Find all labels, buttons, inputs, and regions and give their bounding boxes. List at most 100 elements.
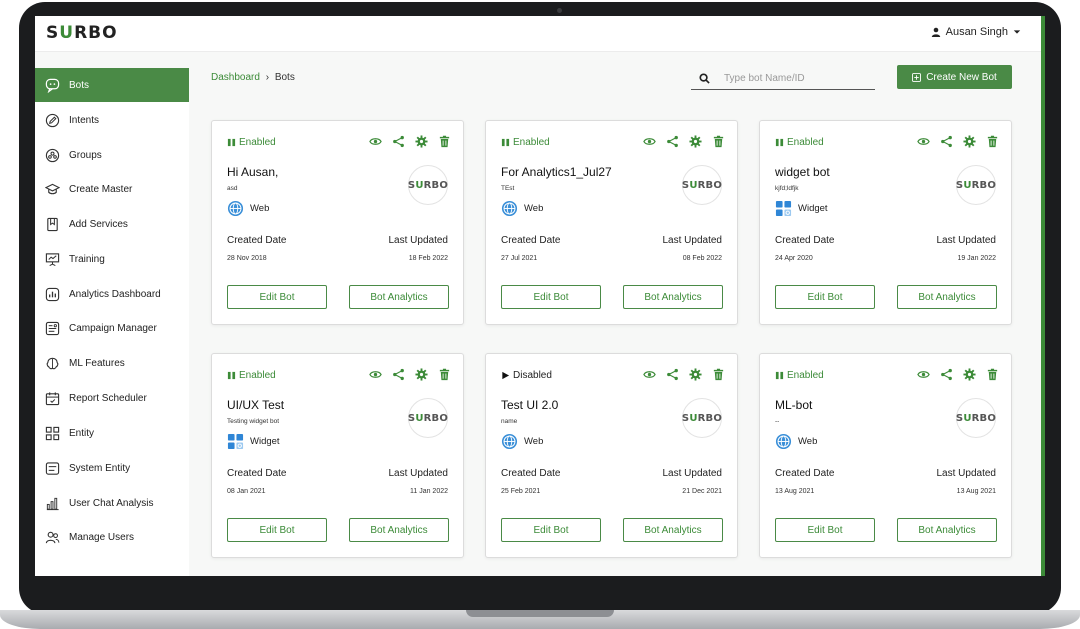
edit-icon [43,111,61,129]
sidebar-item-campaign-manager[interactable]: Campaign Manager [35,311,189,345]
sidebar-item-label: ML Features [69,357,125,369]
sidebar-item-manage-users[interactable]: Manage Users [35,520,189,554]
share-icon[interactable] [392,368,405,381]
settings-gear-icon[interactable] [963,368,976,381]
edit-bot-button[interactable]: Edit Bot [227,285,327,309]
search-input[interactable] [724,73,864,84]
grid-icon [43,424,61,442]
bot-channel: Widget [775,200,828,217]
created-date-label: Created Date [501,468,561,479]
globe-icon [775,433,792,450]
view-icon[interactable] [369,368,382,381]
view-icon[interactable] [917,135,930,148]
bot-status-toggle[interactable]: Enabled [227,137,276,148]
view-icon[interactable] [643,368,656,381]
bot-channel-label: Web [524,436,544,447]
bot-analytics-button[interactable]: Bot Analytics [623,518,723,542]
view-icon[interactable] [369,135,382,148]
delete-trash-icon[interactable] [438,135,451,148]
sidebar-item-label: Training [69,253,105,265]
bot-status-toggle[interactable]: Enabled [775,137,824,148]
edit-bot-button[interactable]: Edit Bot [227,518,327,542]
sidebar-item-intents[interactable]: Intents [35,103,189,137]
bot-status-toggle[interactable]: Disabled [501,370,552,381]
bot-card: Disabled Test UI 2.0 name S U RBO Web Created D… [485,353,738,558]
edit-bot-button[interactable]: Edit Bot [501,285,601,309]
user-menu[interactable]: Ausan Singh [931,26,1021,38]
bot-status-toggle[interactable]: Enabled [227,370,276,381]
laptop-notch [466,610,614,617]
search-bar [691,68,875,90]
sidebar-item-training[interactable]: Training [35,242,189,276]
sidebar-item-create-master[interactable]: Create Master [35,172,189,206]
breadcrumb-dashboard-link[interactable]: Dashboard [211,72,260,83]
bot-logo-avatar: S U RBO [408,398,448,438]
bot-status-label: Disabled [513,370,552,381]
bot-analytics-button[interactable]: Bot Analytics [623,285,723,309]
share-icon[interactable] [940,368,953,381]
bot-analytics-button[interactable]: Bot Analytics [897,518,997,542]
delete-trash-icon[interactable] [986,135,999,148]
sidebar-item-user-chat-analysis[interactable]: User Chat Analysis [35,486,189,520]
view-icon[interactable] [917,368,930,381]
user-icon [931,27,940,37]
sidebar-item-label: Bots [69,79,90,91]
settings-gear-icon[interactable] [689,135,702,148]
bot-status-toggle[interactable]: Enabled [501,137,550,148]
sidebar-item-label: Create Master [69,183,133,195]
sidebar-item-groups[interactable]: Groups [35,138,189,172]
widget-icon [227,433,244,450]
share-icon[interactable] [666,135,679,148]
created-date-value: 24 Apr 2020 [775,255,813,262]
sidebar-item-add-services[interactable]: Add Services [35,207,189,241]
last-updated-label: Last Updated [936,468,997,479]
delete-trash-icon[interactable] [438,368,451,381]
surbo-logo[interactable]: SURBO [46,23,118,43]
delete-trash-icon[interactable] [712,135,725,148]
breadcrumb: Dashboard › Bots [211,72,295,83]
search-icon [699,73,710,84]
sidebar-item-label: Campaign Manager [69,322,157,334]
settings-gear-icon[interactable] [415,368,428,381]
sidebar-item-report-scheduler[interactable]: Report Scheduler [35,381,189,415]
created-date-label: Created Date [775,235,835,246]
bot-logo-avatar: S U RBO [682,165,722,205]
bot-actions [917,368,999,381]
created-date-value: 27 Jul 2021 [501,255,538,262]
share-icon[interactable] [940,135,953,148]
settings-gear-icon[interactable] [689,368,702,381]
bot-analytics-button[interactable]: Bot Analytics [897,285,997,309]
sidebar-item-bots[interactable]: Bots [35,68,189,102]
delete-trash-icon[interactable] [986,368,999,381]
sidebar-item-label: System Entity [69,462,131,474]
bot-status-toggle[interactable]: Enabled [775,370,824,381]
bot-name: For Analytics1_Jul27 [501,165,612,179]
bot-actions [369,368,451,381]
create-new-bot-button[interactable]: Create New Bot [897,65,1012,89]
sidebar-item-analytics-dashboard[interactable]: Analytics Dashboard [35,277,189,311]
settings-gear-icon[interactable] [415,135,428,148]
view-icon[interactable] [643,135,656,148]
bot-card: Enabled For Analytics1_Jul27 TEst S U RBO Web C… [485,120,738,325]
bot-description: Testing widget bot [227,418,280,425]
bot-analytics-button[interactable]: Bot Analytics [349,285,449,309]
settings-gear-icon[interactable] [963,135,976,148]
last-updated-value: 11 Jan 2022 [409,488,448,495]
sidebar: Bots Intents Groups Create Master Add Servic… [35,68,189,576]
sidebar-item-ml-features[interactable]: ML Features [35,346,189,380]
bot-channel-label: Widget [798,203,828,214]
share-icon[interactable] [666,368,679,381]
delete-trash-icon[interactable] [712,368,725,381]
sidebar-item-system-entity[interactable]: System Entity [35,451,189,485]
bot-analytics-button[interactable]: Bot Analytics [349,518,449,542]
created-date-value: 08 Jan 2021 [227,488,266,495]
sidebar-item-entity[interactable]: Entity [35,416,189,450]
bot-channel: Web [501,200,543,217]
edit-bot-button[interactable]: Edit Bot [775,518,875,542]
bot-channel-label: Web [250,203,270,214]
edit-bot-button[interactable]: Edit Bot [775,285,875,309]
bookmark-icon [43,215,61,233]
edit-bot-button[interactable]: Edit Bot [501,518,601,542]
sidebar-item-label: Report Scheduler [69,392,147,404]
share-icon[interactable] [392,135,405,148]
